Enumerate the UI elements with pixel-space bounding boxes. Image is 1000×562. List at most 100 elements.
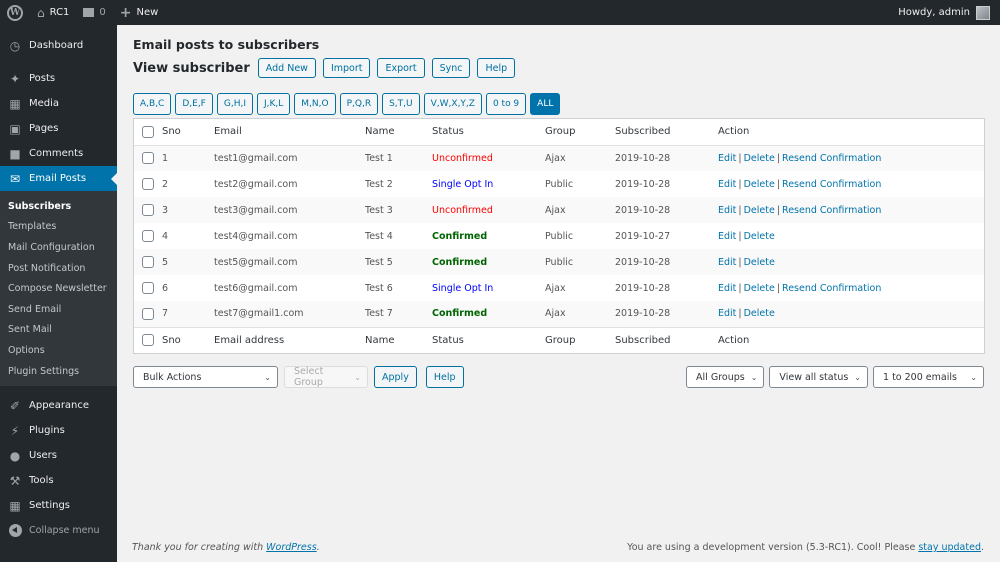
submenu-subscribers[interactable]: Subscribers (0, 196, 117, 217)
filter-abc[interactable]: A,B,C (133, 93, 172, 115)
sidebar-item-appearance[interactable]: ✐ Appearance (0, 393, 117, 418)
export-button[interactable]: Export (377, 58, 425, 78)
resend-confirmation-link[interactable]: Resend Confirmation (782, 153, 881, 164)
delete-link[interactable]: Delete (744, 179, 775, 190)
sidebar-item-label: Media (29, 98, 60, 109)
site-name-menu[interactable]: ⌂ RC1 (30, 0, 76, 25)
footer-thanks: Thank you for creating with WordPress. (132, 542, 320, 553)
page-title: Email posts to subscribers (133, 37, 320, 52)
help-button[interactable]: Help (477, 58, 516, 78)
edit-link[interactable]: Edit (718, 308, 736, 319)
sidebar-item-label: Email Posts (29, 173, 87, 184)
cell-subscribed: 2019-10-28 (615, 152, 671, 164)
sidebar-item-plugins[interactable]: ⚡ Plugins (0, 418, 117, 443)
sidebar-item-comments[interactable]: ■ Comments (0, 141, 117, 166)
cell-sno: 1 (162, 152, 169, 164)
collapse-arrow-icon (8, 524, 22, 538)
cell-sno: 4 (162, 230, 169, 242)
submenu-mail-configuration[interactable]: Mail Configuration (0, 237, 117, 258)
filter-jkl[interactable]: J,K,L (256, 93, 291, 115)
filter-def[interactable]: D,E,F (175, 93, 213, 115)
sidebar-item-tools[interactable]: ⚒ Tools (0, 468, 117, 493)
resend-confirmation-link[interactable]: Resend Confirmation (782, 283, 881, 294)
delete-link[interactable]: Delete (744, 257, 775, 268)
separator: | (776, 282, 781, 294)
filter-pqr[interactable]: P,Q,R (339, 93, 379, 115)
resend-confirmation-link[interactable]: Resend Confirmation (782, 205, 881, 216)
collapse-menu-button[interactable]: Collapse menu (0, 518, 117, 543)
status-filter-select[interactable]: View all status ⌄ (769, 366, 868, 388)
sync-button[interactable]: Sync (431, 58, 471, 78)
submenu-sent-mail[interactable]: Sent Mail (0, 320, 117, 341)
submenu-post-notification[interactable]: Post Notification (0, 258, 117, 279)
separator: | (738, 230, 742, 242)
my-account-menu[interactable]: Howdy, admin (891, 0, 1000, 25)
status-badge: Single Opt In (432, 282, 494, 294)
separator: | (738, 308, 742, 320)
submenu-send-email[interactable]: Send Email (0, 299, 117, 320)
import-button[interactable]: Import (322, 58, 371, 78)
help-bottom-button[interactable]: Help (425, 366, 464, 388)
bulk-actions-select[interactable]: Bulk Actions ⌄ (133, 366, 278, 388)
filter-0-to-9[interactable]: 0 to 9 (485, 93, 527, 115)
sidebar-item-label: Appearance (29, 400, 90, 412)
row-checkbox[interactable] (142, 178, 154, 190)
submenu-templates[interactable]: Templates (0, 217, 117, 238)
submenu-compose-newsletter[interactable]: Compose Newsletter (0, 278, 117, 299)
edit-link[interactable]: Edit (718, 257, 736, 268)
add-new-button[interactable]: Add New (257, 58, 316, 78)
row-checkbox[interactable] (142, 307, 154, 320)
sidebar-item-media[interactable]: ▦ Media (0, 91, 117, 116)
edit-link[interactable]: Edit (718, 153, 736, 164)
select-all-checkbox[interactable] (142, 125, 154, 138)
cell-name: Test 4 (365, 230, 393, 242)
resend-confirmation-link[interactable]: Resend Confirmation (782, 179, 881, 190)
submenu-options[interactable]: Options (0, 340, 117, 361)
wp-logo-menu[interactable]: W (0, 0, 30, 25)
all-groups-select[interactable]: All Groups ⌄ (686, 366, 765, 388)
row-checkbox[interactable] (142, 282, 154, 294)
wordpress-logo-icon: W (7, 4, 23, 21)
new-content-menu[interactable]: + New (113, 0, 166, 25)
row-checkbox[interactable] (142, 204, 154, 216)
edit-link[interactable]: Edit (718, 179, 736, 190)
admin-bar: W ⌂ RC1 0 + New Howdy, admin (0, 0, 1000, 25)
select-group-select[interactable]: Select Group ⌄ (284, 366, 368, 388)
stay-updated-link[interactable]: stay updated (918, 542, 981, 553)
row-checkbox[interactable] (142, 230, 154, 242)
edit-link[interactable]: Edit (718, 283, 736, 294)
user-icon: ● (9, 448, 21, 463)
delete-link[interactable]: Delete (744, 308, 775, 319)
submenu-plugin-settings[interactable]: Plugin Settings (0, 361, 117, 382)
sidebar-item-pages[interactable]: ▣ Pages (0, 116, 117, 141)
chevron-down-icon: ⌄ (970, 372, 977, 382)
sidebar-item-settings[interactable]: ▦ Settings (0, 493, 117, 518)
comments-menu[interactable]: 0 (76, 0, 112, 25)
filter-stu[interactable]: S,T,U (382, 93, 420, 115)
footer-action: Action (718, 326, 984, 353)
per-page-select[interactable]: 1 to 200 emails ⌄ (873, 366, 984, 388)
section-title: View subscriber (133, 60, 250, 76)
edit-link[interactable]: Edit (718, 231, 736, 242)
delete-link[interactable]: Delete (744, 231, 775, 242)
edit-link[interactable]: Edit (718, 205, 736, 216)
delete-link[interactable]: Delete (744, 153, 775, 164)
delete-link[interactable]: Delete (744, 283, 775, 294)
chevron-down-icon: ⌄ (354, 372, 361, 382)
apply-button[interactable]: Apply (374, 366, 417, 388)
filter-all[interactable]: ALL (530, 93, 561, 115)
row-checkbox[interactable] (142, 256, 154, 268)
sidebar-item-dashboard[interactable]: ◷ Dashboard (0, 33, 117, 58)
row-checkbox[interactable] (142, 152, 154, 165)
select-all-checkbox-footer[interactable] (142, 334, 154, 347)
filter-vwxyz[interactable]: V,W,X,Y,Z (423, 93, 482, 115)
filter-ghi[interactable]: G,H,I (216, 93, 253, 115)
sidebar-item-users[interactable]: ● Users (0, 443, 117, 468)
delete-link[interactable]: Delete (744, 205, 775, 216)
sidebar-item-posts[interactable]: ✦ Posts (0, 66, 117, 91)
separator: | (738, 256, 742, 268)
sidebar-item-email-posts[interactable]: ✉ Email Posts (0, 166, 117, 191)
cell-email: test6@gmail.com (214, 282, 298, 294)
wordpress-link[interactable]: WordPress (266, 542, 317, 553)
filter-mno[interactable]: M,N,O (294, 93, 336, 115)
